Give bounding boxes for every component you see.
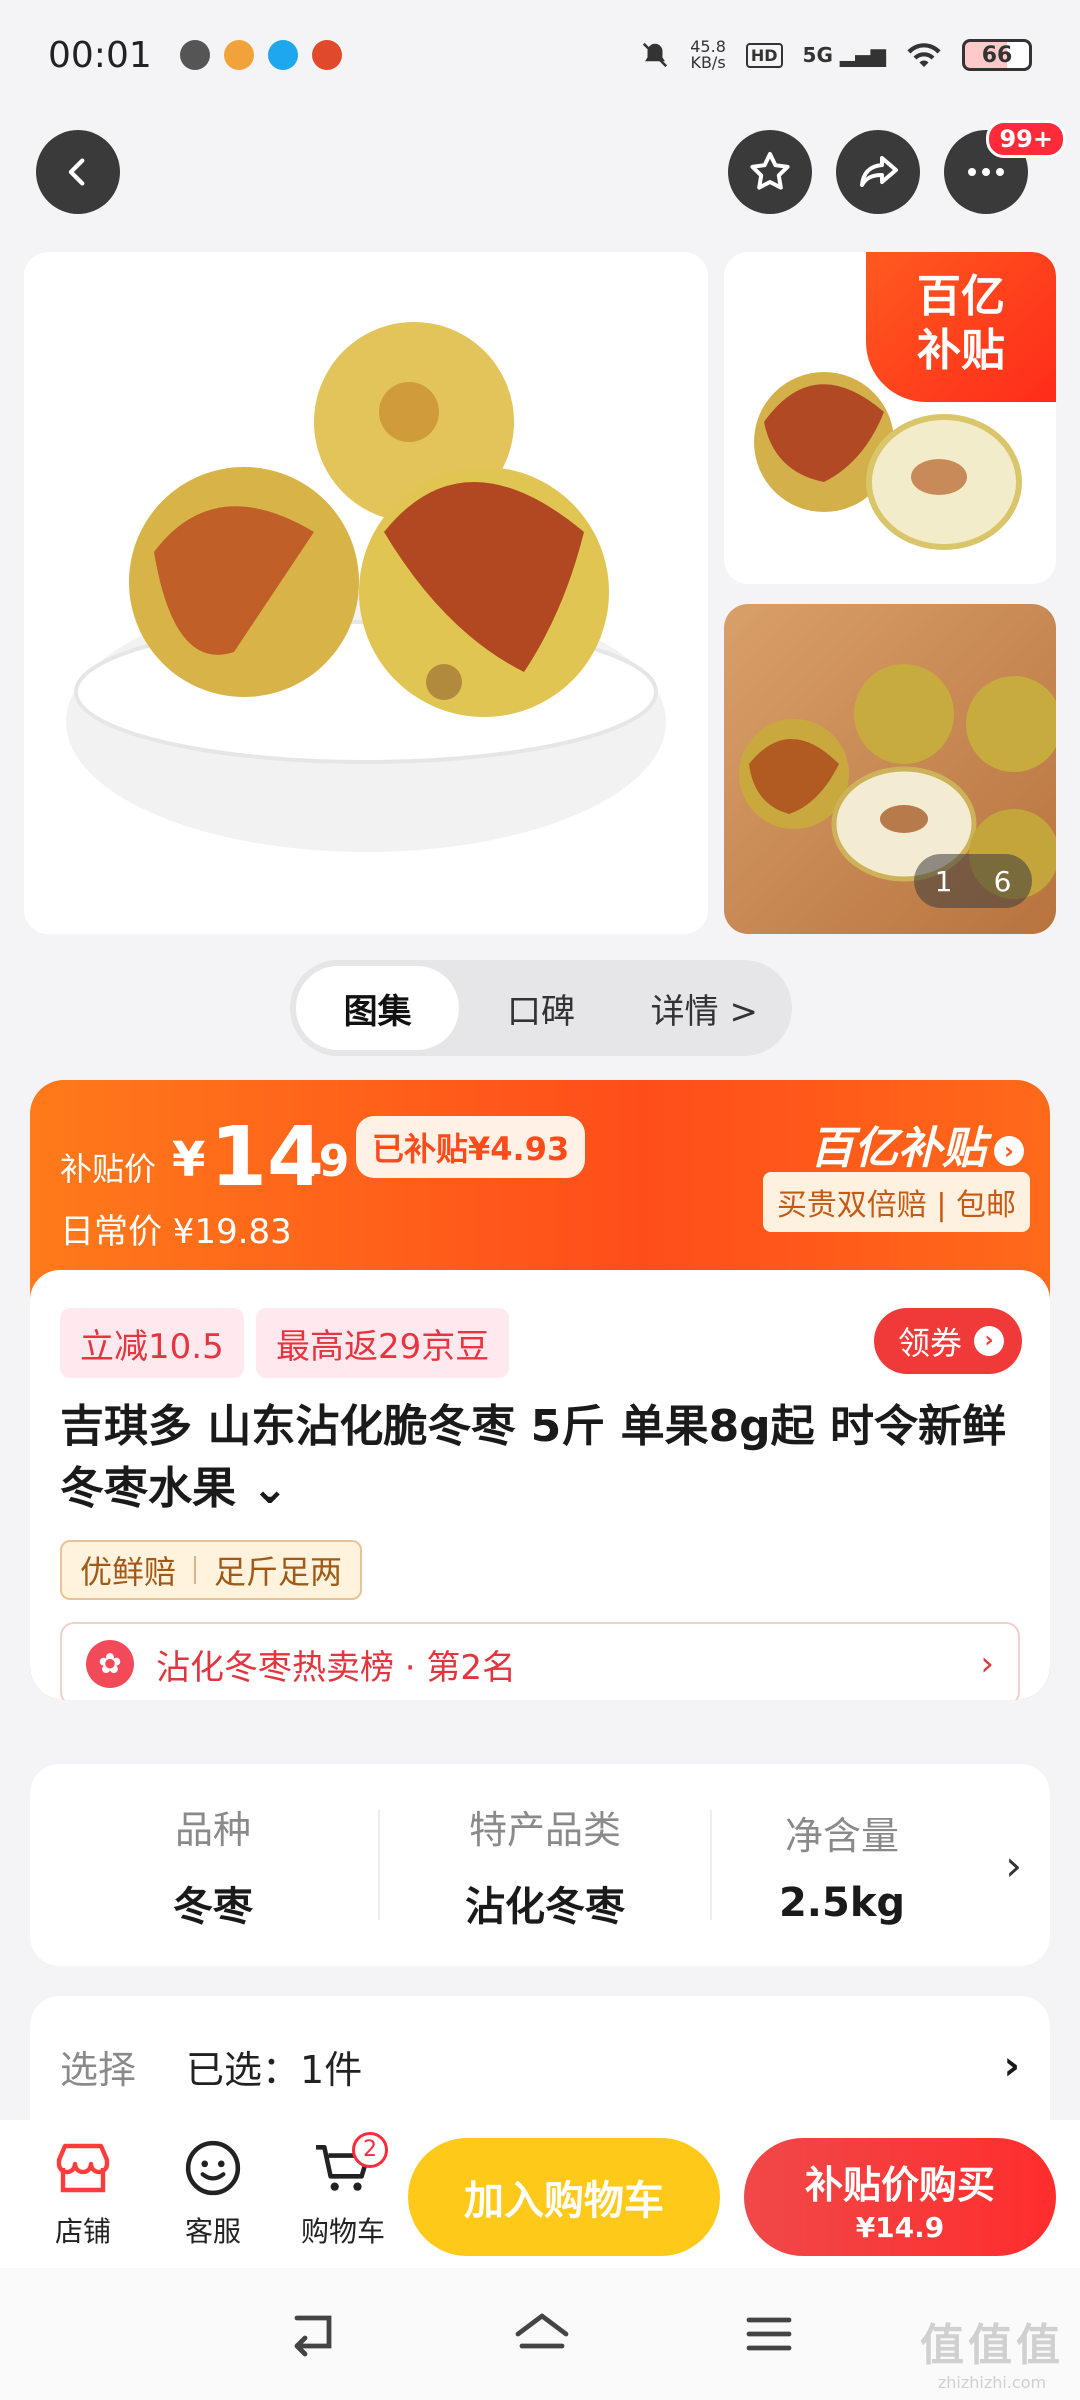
shop-button[interactable]: 店铺 [18,2138,148,2250]
add-to-cart-button[interactable]: 加入购物车 [408,2138,720,2256]
message-count-badge: 99+ [986,120,1066,158]
price-decimal: .9 [302,1136,350,1187]
billion-subsidy-link[interactable]: 百亿补贴 › [810,1112,1024,1176]
customer-service-label: 客服 [184,2215,241,2248]
get-coupon-button[interactable]: 领券 › [873,1308,1022,1374]
attribute-category: 特产品类 沾化冬枣 [380,1799,710,1932]
cart-label: 购物车 [300,2215,385,2248]
customer-service-button[interactable]: 客服 [148,2138,278,2250]
product-thumbnail-1[interactable]: 百亿 补贴 [724,252,1056,584]
chevron-left-icon [68,158,85,186]
subsidy-badge-line2: 补贴 [917,325,1005,376]
currency-symbol: ¥ [172,1132,206,1188]
buy-now-price: ¥14.9 [855,2211,945,2244]
beans-rebate-tag: 最高返29京豆 [256,1308,510,1378]
home-nav-icon[interactable] [512,2309,572,2359]
notification-icons [179,40,342,70]
tab-gallery[interactable]: 图集 [296,966,460,1050]
app-notification-icon [179,40,210,70]
customer-service-icon [183,2138,243,2198]
shop-icon [53,2138,113,2198]
wifi-icon [907,43,941,67]
back-button[interactable] [36,130,120,214]
share-icon [860,156,898,187]
star-icon [750,152,790,190]
attribute-key: 特产品类 [468,1807,621,1852]
product-thumbnail-2[interactable]: 1 6 [724,604,1056,934]
buy-now-label: 补贴价购买 [804,2163,995,2207]
chevron-right-icon: › [1003,2043,1020,2089]
chevron-right-icon: › [1005,1840,1022,1890]
system-nav-bar: 值值值 zhizhizhi.com [0,2268,1080,2400]
daily-price: 日常价 ¥19.83 [60,1212,292,1252]
net-speed-unit: KB/s [690,53,726,72]
selected-value: 已选：1件 [186,2047,363,2092]
attribute-value: 沾化冬枣 [465,1883,625,1930]
pager-current: 1 [934,864,953,898]
app-notification-icon [311,40,342,70]
ranking-banner[interactable]: ✿ 沾化冬枣热卖榜 · 第2名 › [60,1622,1020,1700]
attribute-value: 冬枣 [173,1883,253,1930]
service-chip-fresh-guarantee: 优鲜赔 [80,1553,177,1591]
cart-button[interactable]: 2 购物车 [278,2132,408,2250]
billion-subsidy-badge: 百亿 补贴 [866,252,1056,402]
tab-reviews[interactable]: 口碑 [459,966,622,1050]
watermark-url: zhizhizhi.com [937,2373,1047,2392]
coupon-label: 领券 [897,1324,962,1362]
cart-count-badge: 2 [352,2132,388,2168]
back-nav-icon[interactable] [285,2310,341,2358]
select-label: 选择 [60,2047,137,2092]
product-info: 立减10.5 最高返29京豆 领券 › 吉琪多 山东沾化脆冬枣 5斤 单果8g起… [30,1270,1050,1700]
qq-icon [267,40,298,70]
net-speed: 45.8 KB/s [690,39,726,71]
status-bar: 00:01 45.8 KB/s HD 5G ▂▄▆ 66 [0,0,1080,110]
buy-now-button[interactable]: 补贴价购买 ¥14.9 [744,2138,1056,2256]
product-title[interactable]: 吉琪多 山东沾化脆冬枣 5斤 单果8g起 时令新鲜冬枣水果 ⌄ [60,1396,1020,1520]
battery-indicator: 66 [962,39,1032,71]
billion-subsidy-title: 百亿补贴 [810,1123,986,1174]
app-notification-icon [223,40,254,70]
more-button[interactable]: 99+ [944,120,1066,214]
chevron-right-icon: › [974,1326,1004,1356]
favorite-button[interactable] [728,130,812,214]
attribute-value: 2.5kg [778,1879,906,1926]
status-time: 00:01 [48,34,152,76]
guarantee-tag: 买贵双倍赔 | 包邮 [762,1172,1030,1232]
watermark-logo: 值值值 [920,2320,1064,2371]
tab-details[interactable]: 详情 > [623,966,786,1050]
medal-icon: ✿ [86,1640,134,1688]
signal-indicator: 5G ▂▄▆ [802,43,886,67]
signal-label: 5G [802,43,833,67]
spec-select-row[interactable]: 选择 已选：1件 › [30,1996,1050,2136]
discount-tag: 立减10.5 [60,1308,244,1378]
hd-indicator: HD [745,42,783,68]
pager-total: 6 [993,864,1012,898]
top-nav: 99+ [0,120,1080,216]
price-header: 补贴价 ¥ 14 .9 已补贴¥4.93 日常价 ¥19.83 百亿补贴 › 买贵… [30,1080,1050,1270]
content-tabs: 图集 口碑 详情 > [290,960,792,1056]
subsidy-price-label: 补贴价 [60,1150,157,1188]
shop-label: 店铺 [54,2215,111,2248]
attribute-variety: 品种 冬枣 [48,1799,378,1932]
main-product-image[interactable] [24,252,708,934]
attribute-key: 品种 [174,1807,251,1852]
attribute-key: 净含量 [784,1813,899,1858]
chevron-right-icon: › [994,1136,1024,1166]
subsidy-amount-tag: 已补贴¥4.93 [356,1116,586,1178]
price-card: 补贴价 ¥ 14 .9 已补贴¥4.93 日常价 ¥19.83 百亿补贴 › 买贵… [30,1080,1050,1700]
ranking-text: 沾化冬枣热卖榜 · 第2名 [156,1647,517,1688]
service-chips[interactable]: 优鲜赔 足斤足两 [60,1540,363,1600]
mute-icon [643,42,668,68]
gallery-pager: 1 6 [914,854,1032,908]
watermark: 值值值 zhizhizhi.com [920,2309,1064,2392]
chevron-right-icon: › [980,1644,994,1684]
subsidy-badge-line1: 百亿 [917,271,1005,322]
menu-nav-icon[interactable] [743,2312,795,2356]
attribute-net-weight: 净含量 2.5kg [712,1805,972,1926]
product-attributes[interactable]: 品种 冬枣 特产品类 沾化冬枣 净含量 2.5kg › [30,1764,1050,1966]
jujube-bowl-image [66,322,666,852]
bottom-action-bar: 店铺 客服 2 购物车 加入购物车 补贴价购买 ¥14.9 [0,2120,1080,2268]
service-chip-full-weight: 足斤足两 [214,1553,343,1591]
share-button[interactable] [836,130,920,214]
